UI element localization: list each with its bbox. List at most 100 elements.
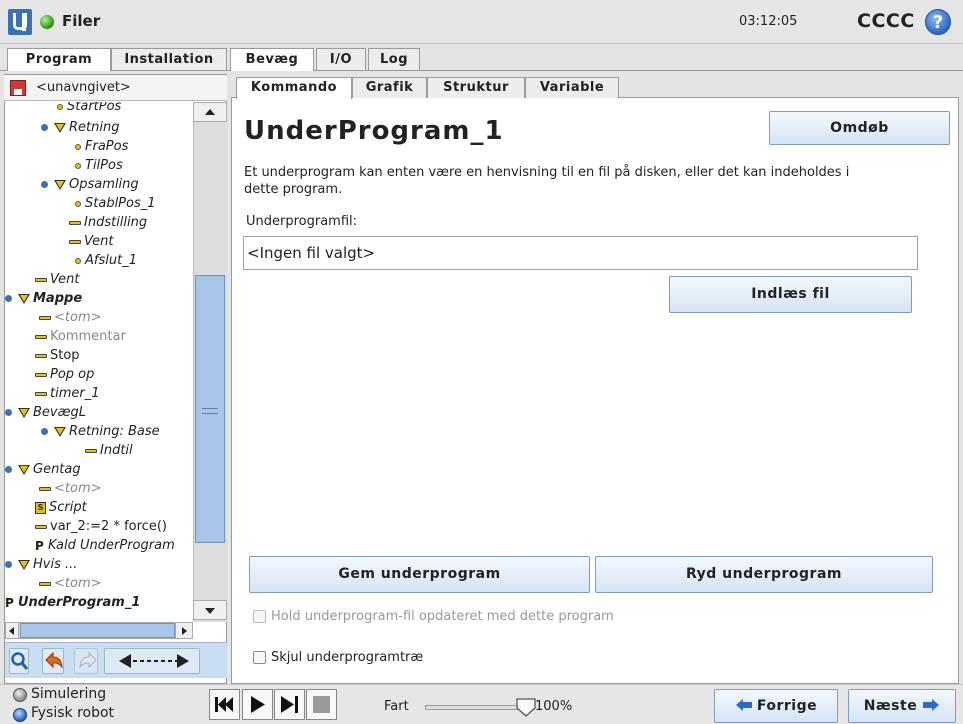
tree-node[interactable]: Stop	[35, 347, 80, 365]
tree-node[interactable]: Vent	[35, 271, 79, 289]
expander-icon[interactable]	[5, 466, 12, 473]
tree-node[interactable]: TilPos	[75, 157, 123, 175]
expander-icon[interactable]	[5, 295, 12, 302]
expander-icon[interactable]	[41, 428, 48, 435]
tree-node[interactable]: Vent	[69, 233, 113, 251]
move-icon	[18, 407, 30, 418]
redo-button[interactable]	[74, 648, 98, 674]
tree-hscroll-thumb[interactable]	[20, 623, 175, 638]
stop-icon	[313, 696, 330, 713]
tree-node[interactable]: FraPos	[75, 138, 128, 156]
real-robot-label[interactable]: Fysisk robot	[31, 705, 114, 721]
tab-io[interactable]: I/O	[316, 48, 366, 70]
undo-icon	[45, 651, 63, 669]
tree-scroll-thumb[interactable]	[195, 275, 225, 543]
play-button[interactable]	[242, 689, 273, 720]
program-file-row[interactable]: <unavngivet>	[4, 75, 227, 101]
search-button[interactable]	[9, 648, 29, 674]
tab-graphics[interactable]: Grafik	[352, 77, 427, 98]
app-title: Filer	[62, 12, 101, 30]
call-subprogram-icon: P	[35, 538, 44, 553]
tab-structure[interactable]: Struktur	[427, 77, 525, 98]
expander-icon[interactable]	[41, 181, 48, 188]
script-icon: S	[35, 501, 46, 514]
tree-node[interactable]: Gentag	[5, 461, 81, 479]
clear-subprogram-button[interactable]: Ryd underprogram	[595, 556, 933, 593]
tab-log[interactable]: Log	[368, 48, 420, 70]
stop-icon	[35, 353, 47, 358]
tree-node[interactable]: S Script	[35, 499, 87, 517]
rename-button[interactable]: Omdøb	[769, 111, 950, 145]
save-subprogram-button[interactable]: Gem underprogram	[249, 556, 590, 593]
tree-node[interactable]: Pop op	[35, 366, 94, 384]
tree-node[interactable]: <tom>	[39, 480, 102, 498]
save-file-icon[interactable]	[10, 80, 26, 96]
tab-command[interactable]: Kommando	[236, 77, 352, 99]
help-button[interactable]: ?	[925, 9, 951, 35]
tree-node[interactable]: P Kald UnderProgram	[35, 537, 175, 555]
tab-variables[interactable]: Variable	[525, 77, 619, 98]
tree-node[interactable]: Indtil	[85, 442, 133, 460]
tree-node[interactable]: timer_1	[35, 385, 100, 403]
tab-divider	[0, 70, 963, 71]
go-to-start-button[interactable]	[209, 689, 240, 720]
tree-node[interactable]: Mappe	[5, 290, 82, 308]
keep-updated-option[interactable]: Hold underprogram-fil opdateret med dett…	[253, 609, 614, 624]
tab-program[interactable]: Program	[7, 48, 111, 71]
load-file-button[interactable]: Indlæs fil	[669, 276, 912, 313]
waypoint-icon	[75, 257, 81, 264]
direction-icon	[54, 426, 66, 437]
step-button[interactable]	[274, 689, 305, 720]
expander-icon[interactable]	[41, 124, 48, 131]
tab-installation[interactable]: Installation	[111, 48, 227, 70]
empty-icon	[39, 486, 51, 491]
next-button[interactable]: Næste	[848, 689, 956, 723]
tree-node[interactable]: BevægL	[5, 404, 86, 422]
tree-node[interactable]: Hvis ...	[5, 556, 77, 574]
undo-button[interactable]	[42, 648, 64, 674]
expander-icon[interactable]	[5, 561, 12, 568]
until-icon	[85, 448, 97, 453]
speed-slider-handle-icon[interactable]	[515, 696, 537, 718]
program-tree[interactable]: StartPos Retning FraPos TilPos Opsamling…	[5, 102, 193, 622]
waypoint-icon	[75, 200, 81, 207]
robot-status-icon	[40, 15, 54, 29]
arrow-left-icon	[735, 699, 752, 711]
tree-node[interactable]: StablPos_1	[75, 195, 156, 213]
arrow-right-icon	[923, 699, 940, 711]
tree-node[interactable]: Retning	[41, 119, 119, 137]
comment-icon	[35, 334, 47, 339]
page-title: UnderProgram_1	[244, 116, 504, 146]
keep-updated-checkbox[interactable]	[253, 610, 266, 623]
expander-icon[interactable]	[5, 409, 12, 416]
stop-button[interactable]	[306, 689, 337, 720]
tree-node[interactable]: Afslut_1	[75, 252, 137, 270]
speed-label: Fart	[384, 699, 409, 714]
tree-node[interactable]: <tom>	[39, 575, 102, 593]
real-robot-radio-icon[interactable]	[13, 708, 27, 722]
tree-node[interactable]: StartPos	[57, 102, 121, 116]
tree-node[interactable]: Indstilling	[69, 214, 147, 232]
scroll-right-icon[interactable]	[175, 622, 193, 639]
scroll-left-icon[interactable]	[5, 622, 19, 639]
tree-node[interactable]: Kommentar	[35, 328, 126, 346]
simulation-radio-icon[interactable]	[13, 688, 27, 702]
hide-tree-checkbox[interactable]	[253, 651, 266, 664]
tree-node[interactable]: var_2:=2 * force()	[35, 518, 167, 536]
scroll-down-icon[interactable]	[193, 600, 227, 620]
subprogram-file-label: Underprogramfil:	[246, 214, 358, 229]
subprogram-file-field[interactable]	[243, 236, 918, 270]
move-arrows-icon	[119, 654, 189, 668]
tree-node[interactable]: Retning: Base	[41, 423, 160, 441]
tree-node[interactable]: <tom>	[39, 309, 102, 327]
skip-back-icon	[215, 697, 233, 712]
hide-tree-option[interactable]: Skjul underprogramtræ	[253, 650, 423, 665]
tree-node-selected[interactable]: P UnderProgram_1	[5, 594, 193, 612]
clock: 03:12:05	[739, 14, 798, 29]
scroll-up-icon[interactable]	[193, 102, 227, 122]
simulation-label[interactable]: Simulering	[31, 686, 106, 702]
move-node-button[interactable]	[104, 648, 200, 674]
tree-node[interactable]: Opsamling	[41, 176, 139, 194]
tab-move[interactable]: Bevæg	[230, 48, 314, 71]
previous-button[interactable]: Forrige	[714, 689, 838, 723]
